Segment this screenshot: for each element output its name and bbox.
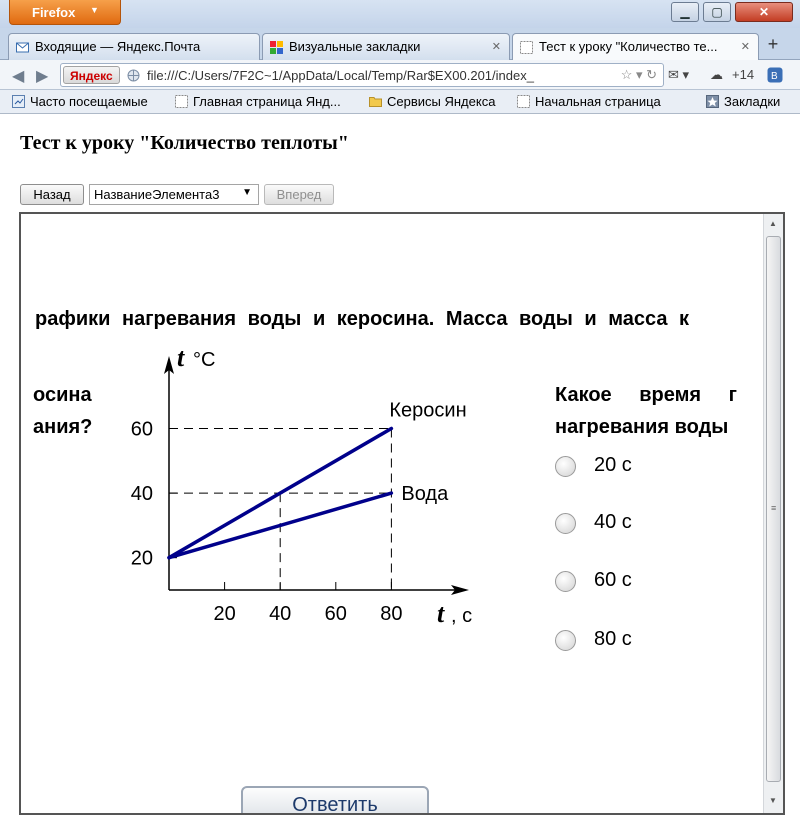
x-tick-label: 80 xyxy=(380,603,402,625)
option-80[interactable]: 80 с xyxy=(555,628,675,654)
next-button[interactable]: Вперед xyxy=(264,184,334,205)
bookmark-label: Главная страница Янд... xyxy=(193,94,341,109)
bookmark-label: Часто посещаемые xyxy=(30,94,148,109)
firefox-menu-button[interactable]: Firefox ▼ xyxy=(9,0,121,25)
y-axis-symbol: t xyxy=(177,344,185,372)
series-label: Вода xyxy=(401,483,449,505)
question-line: Какое время г xyxy=(555,384,737,406)
answer-button[interactable]: Ответить xyxy=(241,786,429,813)
back-button[interactable]: Назад xyxy=(20,184,84,205)
tab-label: Входящие — Яндекс.Почта xyxy=(35,39,201,54)
option-label: 20 с xyxy=(594,454,632,476)
address-bar[interactable]: Яндекс file:///C:/Users/7F2C~1/AppData/L… xyxy=(60,63,664,87)
radio-button[interactable] xyxy=(555,513,576,534)
option-40[interactable]: 40 с xyxy=(555,511,675,537)
tab-label: Визуальные закладки xyxy=(289,39,421,54)
chevron-down-icon: ▼ xyxy=(242,187,252,198)
most-visited-icon xyxy=(12,95,25,108)
yandex-search-badge[interactable]: Яндекс xyxy=(63,66,120,84)
x-tick-label: 60 xyxy=(325,603,347,625)
page-icon xyxy=(175,95,188,108)
y-tick-label: 20 xyxy=(131,548,153,570)
heating-chart: 20 40 60 80 20 40 60 Керосин Вода t °С t , с xyxy=(131,344,472,628)
bookmark-yandex-home[interactable]: Главная страница Янд... xyxy=(175,94,341,109)
bookmark-label: Сервисы Яндекса xyxy=(387,94,496,109)
option-60[interactable]: 60 с xyxy=(555,569,675,595)
bookmarks-icon xyxy=(706,95,719,108)
bookmark-star-icon[interactable]: ☆ ▾ ↻ xyxy=(621,67,657,83)
y-tick-label: 40 xyxy=(131,483,153,505)
scroll-up-icon[interactable]: ▲ xyxy=(769,219,777,228)
grip-icon: ≡ xyxy=(771,503,777,513)
bookmarks-menu[interactable]: Закладки xyxy=(706,94,780,109)
element-select[interactable]: НазваниеЭлемента3 ▼ xyxy=(89,184,259,205)
tab-test[interactable]: Тест к уроку "Количество те... ✕ xyxy=(512,33,759,61)
test-frame: рафики нагревания воды и керосина. Масса… xyxy=(19,212,785,815)
option-label: 80 с xyxy=(594,628,632,650)
svg-text:В: В xyxy=(771,71,778,82)
tab-yandex-mail[interactable]: Входящие — Яндекс.Почта xyxy=(8,33,260,60)
chevron-down-icon: ▼ xyxy=(90,5,99,15)
bookmarks-bar: Часто посещаемые Главная страница Янд...… xyxy=(0,90,800,114)
close-icon[interactable]: ✕ xyxy=(741,40,750,53)
question-text: рафики нагревания воды и керосина. Масса… xyxy=(35,308,690,330)
left-text-line: ания? xyxy=(33,416,93,438)
bookmark-label: Начальная страница xyxy=(535,94,661,109)
tab-bar: Входящие — Яндекс.Почта Визуальные закла… xyxy=(0,28,800,61)
bookmark-start-page[interactable]: Начальная страница xyxy=(517,94,661,109)
page-title: Тест к уроку "Количество теплоты" xyxy=(20,132,349,154)
folder-icon xyxy=(369,97,382,107)
tab-visual-bookmarks[interactable]: Визуальные закладки ✕ xyxy=(262,33,510,60)
close-window-button[interactable]: ✕ xyxy=(735,2,793,22)
back-arrow-icon[interactable]: ◀ xyxy=(12,66,24,86)
question-line: нагревания воды xyxy=(555,416,729,438)
series-label: Керосин xyxy=(389,400,466,422)
tab-label: Тест к уроку "Количество те... xyxy=(539,39,718,54)
scroll-down-icon[interactable]: ▼ xyxy=(769,796,777,805)
bookmark-most-visited[interactable]: Часто посещаемые xyxy=(12,94,148,109)
series-line xyxy=(167,491,394,560)
x-tick-label: 20 xyxy=(213,603,235,625)
radio-button[interactable] xyxy=(555,456,576,477)
maximize-button[interactable]: ▢ xyxy=(703,2,731,22)
new-tab-button[interactable]: + xyxy=(763,35,783,55)
cloud-count: +14 xyxy=(732,67,755,82)
navigation-bar: ◀ ▶ Яндекс file:///C:/Users/7F2C~1/AppDa… xyxy=(0,60,800,90)
firefox-menu-label: Firefox xyxy=(32,5,76,20)
vertical-scrollbar[interactable]: ▲ ≡ ▼ xyxy=(763,214,783,813)
close-icon[interactable]: ✕ xyxy=(492,40,501,53)
minimize-button[interactable]: ▁ xyxy=(671,2,699,22)
url-text[interactable]: file:///C:/Users/7F2C~1/AppData/Local/Te… xyxy=(147,68,595,83)
page-icon xyxy=(520,41,533,54)
x-tick-label: 40 xyxy=(269,603,291,625)
x-axis-unit: , с xyxy=(451,605,472,627)
bookmark-yandex-services[interactable]: Сервисы Яндекса xyxy=(369,94,495,109)
page-content: Тест к уроку "Количество теплоты" Назад … xyxy=(0,114,800,830)
left-text-line: осина xyxy=(33,384,92,406)
option-20[interactable]: 20 с xyxy=(555,454,675,480)
scrollbar-thumb[interactable]: ≡ xyxy=(766,236,781,782)
bookmark-label: Закладки xyxy=(724,94,781,109)
element-select-value: НазваниеЭлемента3 xyxy=(94,187,220,202)
globe-icon xyxy=(127,69,140,82)
mail-notify-icon[interactable]: ✉ ▾ xyxy=(668,67,689,83)
radio-button[interactable] xyxy=(555,571,576,592)
mail-icon xyxy=(16,42,29,53)
y-axis-unit: °С xyxy=(193,349,215,371)
y-tick-label: 60 xyxy=(131,419,153,441)
radio-button[interactable] xyxy=(555,630,576,651)
option-label: 60 с xyxy=(594,569,632,591)
option-label: 40 с xyxy=(594,511,632,533)
cloud-icon[interactable]: ☁ xyxy=(710,67,723,83)
forward-arrow-icon[interactable]: ▶ xyxy=(36,66,48,86)
social-icon[interactable]: В xyxy=(767,67,783,83)
x-axis-symbol: t xyxy=(437,599,445,628)
page-icon xyxy=(517,95,530,108)
window-titlebar: Firefox ▼ ▁ ▢ ✕ xyxy=(0,0,800,28)
grid-icon xyxy=(270,41,283,54)
